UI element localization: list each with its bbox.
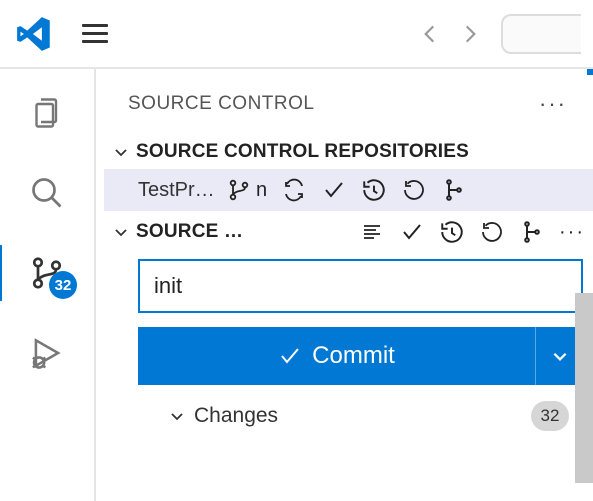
commit-message-input[interactable] — [138, 259, 583, 313]
nav-forward-button[interactable] — [457, 21, 483, 47]
scm-badge: 32 — [49, 271, 77, 299]
chevron-down-icon — [168, 407, 186, 425]
scrollbar[interactable] — [575, 293, 593, 483]
chevron-down-icon — [112, 223, 130, 241]
commit-button-label: Commit — [312, 342, 395, 370]
history-icon[interactable] — [439, 219, 465, 245]
graph-icon[interactable] — [441, 177, 467, 203]
changes-count-badge: 32 — [531, 401, 569, 431]
source-control-section-header[interactable]: SOURCE … — [104, 211, 593, 253]
branch-label: n — [256, 179, 267, 202]
commit-button[interactable]: Commit — [138, 327, 535, 385]
refresh-icon[interactable] — [479, 219, 505, 245]
chevron-down-icon — [112, 143, 130, 161]
checkmark-icon[interactable] — [399, 219, 425, 245]
command-center[interactable] — [501, 14, 581, 54]
history-icon[interactable] — [361, 177, 387, 203]
panel-title: SOURCE CONTROL — [128, 93, 314, 115]
repositories-title: SOURCE CONTROL REPOSITORIES — [136, 141, 469, 163]
repository-row[interactable]: TestPr… n — [104, 169, 593, 211]
refresh-icon[interactable] — [401, 177, 427, 203]
panel-more-button[interactable]: ··· — [531, 87, 575, 121]
activity-bar: 32 — [0, 69, 96, 501]
nav-back-button[interactable] — [417, 21, 443, 47]
changes-label: Changes — [194, 404, 278, 428]
search-tab[interactable] — [25, 171, 69, 215]
repositories-section-header[interactable]: SOURCE CONTROL REPOSITORIES — [104, 135, 593, 169]
source-control-section-title: SOURCE … — [136, 221, 258, 243]
changes-section-header[interactable]: Changes 32 — [138, 385, 583, 431]
view-tree-icon[interactable] — [359, 219, 385, 245]
menu-button[interactable] — [74, 16, 116, 51]
run-debug-tab[interactable] — [25, 331, 69, 375]
source-control-panel: SOURCE CONTROL ··· SOURCE CONTROL REPOSI… — [96, 69, 593, 501]
title-bar — [0, 0, 593, 69]
explorer-tab[interactable] — [25, 91, 69, 135]
source-control-tab[interactable]: 32 — [25, 251, 69, 295]
vscode-logo-icon — [12, 12, 56, 56]
more-icon[interactable]: ··· — [559, 219, 585, 245]
checkmark-icon[interactable] — [321, 177, 347, 203]
sync-icon[interactable] — [281, 177, 307, 203]
branch-icon[interactable] — [226, 177, 252, 203]
repository-name: TestPr… — [138, 179, 216, 202]
graph-icon[interactable] — [519, 219, 545, 245]
